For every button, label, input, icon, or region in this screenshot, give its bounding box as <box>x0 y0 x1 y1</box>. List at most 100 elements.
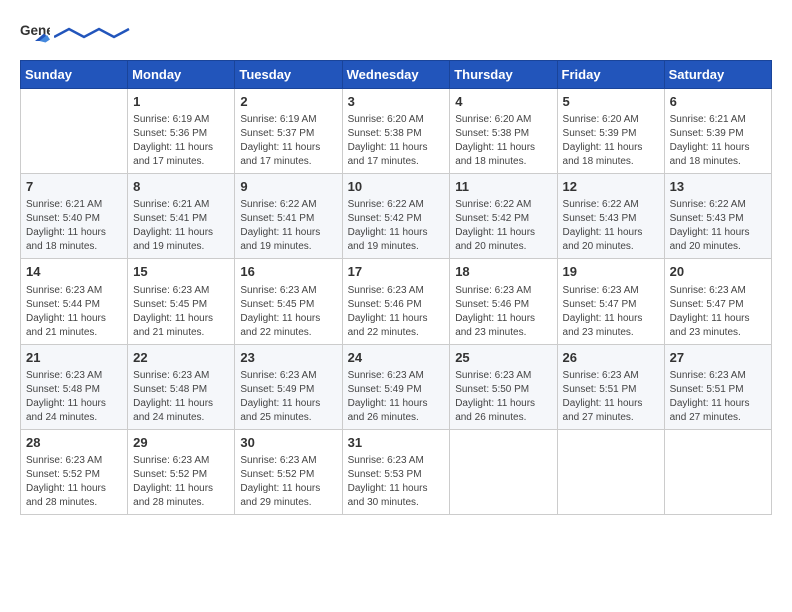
calendar-cell: 9 Sunrise: 6:22 AM Sunset: 5:41 PM Daylig… <box>235 174 342 259</box>
day-info: Sunrise: 6:21 AM Sunset: 5:41 PM Dayligh… <box>133 198 229 254</box>
day-info: Sunrise: 6:23 AM Sunset: 5:52 PM Dayligh… <box>133 454 229 510</box>
day-number: 21 <box>26 349 122 367</box>
day-number: 15 <box>133 263 229 281</box>
day-info: Sunrise: 6:22 AM Sunset: 5:43 PM Dayligh… <box>670 198 766 254</box>
day-info: Sunrise: 6:23 AM Sunset: 5:49 PM Dayligh… <box>348 369 445 425</box>
day-info: Sunrise: 6:23 AM Sunset: 5:46 PM Dayligh… <box>348 284 445 340</box>
day-info: Sunrise: 6:23 AM Sunset: 5:48 PM Dayligh… <box>133 369 229 425</box>
day-number: 26 <box>563 349 659 367</box>
logo-wave-icon <box>54 27 134 39</box>
day-number: 17 <box>348 263 445 281</box>
day-number: 5 <box>563 93 659 111</box>
page-header: General <box>20 20 772 50</box>
calendar-week-row: 7Sunrise: 6:21 AM Sunset: 5:40 PM Daylig… <box>21 174 772 259</box>
day-info: Sunrise: 6:23 AM Sunset: 5:48 PM Dayligh… <box>26 369 122 425</box>
day-info: Sunrise: 6:23 AM Sunset: 5:50 PM Dayligh… <box>455 369 551 425</box>
calendar-cell: 20 Sunrise: 6:23 AM Sunset: 5:47 PM Dayli… <box>664 259 771 344</box>
day-number: 16 <box>240 263 336 281</box>
calendar-cell: 30 Sunrise: 6:23 AM Sunset: 5:52 PM Dayli… <box>235 429 342 514</box>
day-number: 10 <box>348 178 445 196</box>
calendar-cell: 22 Sunrise: 6:23 AM Sunset: 5:48 PM Dayli… <box>128 344 235 429</box>
day-number: 29 <box>133 434 229 452</box>
day-info: Sunrise: 6:22 AM Sunset: 5:41 PM Dayligh… <box>240 198 336 254</box>
day-number: 6 <box>670 93 766 111</box>
day-info: Sunrise: 6:21 AM Sunset: 5:39 PM Dayligh… <box>670 113 766 169</box>
day-number: 28 <box>26 434 122 452</box>
weekday-header-wednesday: Wednesday <box>342 61 450 89</box>
calendar-cell: 26 Sunrise: 6:23 AM Sunset: 5:51 PM Dayli… <box>557 344 664 429</box>
day-info: Sunrise: 6:23 AM Sunset: 5:52 PM Dayligh… <box>26 454 122 510</box>
day-info: Sunrise: 6:23 AM Sunset: 5:49 PM Dayligh… <box>240 369 336 425</box>
day-number: 19 <box>563 263 659 281</box>
day-info: Sunrise: 6:23 AM Sunset: 5:46 PM Dayligh… <box>455 284 551 340</box>
weekday-header-thursday: Thursday <box>450 61 557 89</box>
day-info: Sunrise: 6:23 AM Sunset: 5:47 PM Dayligh… <box>670 284 766 340</box>
weekday-header-saturday: Saturday <box>664 61 771 89</box>
day-number: 13 <box>670 178 766 196</box>
calendar-cell <box>450 429 557 514</box>
calendar-table: SundayMondayTuesdayWednesdayThursdayFrid… <box>20 60 772 515</box>
calendar-cell: 27Sunrise: 6:23 AM Sunset: 5:51 PM Dayli… <box>664 344 771 429</box>
calendar-week-row: 21 Sunrise: 6:23 AM Sunset: 5:48 PM Dayli… <box>21 344 772 429</box>
weekday-header-tuesday: Tuesday <box>235 61 342 89</box>
day-number: 18 <box>455 263 551 281</box>
calendar-cell: 2 Sunrise: 6:19 AM Sunset: 5:37 PM Daylig… <box>235 89 342 174</box>
day-number: 27 <box>670 349 766 367</box>
day-number: 12 <box>563 178 659 196</box>
calendar-cell: 18 Sunrise: 6:23 AM Sunset: 5:46 PM Dayli… <box>450 259 557 344</box>
day-info: Sunrise: 6:23 AM Sunset: 5:53 PM Dayligh… <box>348 454 445 510</box>
day-number: 4 <box>455 93 551 111</box>
logo-icon: General <box>20 20 50 50</box>
calendar-cell: 14 Sunrise: 6:23 AM Sunset: 5:44 PM Dayli… <box>21 259 128 344</box>
calendar-cell: 6 Sunrise: 6:21 AM Sunset: 5:39 PM Daylig… <box>664 89 771 174</box>
calendar-cell: 5Sunrise: 6:20 AM Sunset: 5:39 PM Daylig… <box>557 89 664 174</box>
day-info: Sunrise: 6:21 AM Sunset: 5:40 PM Dayligh… <box>26 198 122 254</box>
calendar-cell: 4 Sunrise: 6:20 AM Sunset: 5:38 PM Daylig… <box>450 89 557 174</box>
weekday-header-monday: Monday <box>128 61 235 89</box>
day-info: Sunrise: 6:23 AM Sunset: 5:51 PM Dayligh… <box>563 369 659 425</box>
day-number: 2 <box>240 93 336 111</box>
day-number: 30 <box>240 434 336 452</box>
calendar-cell: 25 Sunrise: 6:23 AM Sunset: 5:50 PM Dayli… <box>450 344 557 429</box>
calendar-cell: 31 Sunrise: 6:23 AM Sunset: 5:53 PM Dayli… <box>342 429 450 514</box>
day-number: 1 <box>133 93 229 111</box>
calendar-cell: 23Sunrise: 6:23 AM Sunset: 5:49 PM Dayli… <box>235 344 342 429</box>
day-info: Sunrise: 6:23 AM Sunset: 5:45 PM Dayligh… <box>133 284 229 340</box>
calendar-cell: 10 Sunrise: 6:22 AM Sunset: 5:42 PM Dayli… <box>342 174 450 259</box>
day-info: Sunrise: 6:20 AM Sunset: 5:38 PM Dayligh… <box>455 113 551 169</box>
calendar-cell: 21 Sunrise: 6:23 AM Sunset: 5:48 PM Dayli… <box>21 344 128 429</box>
day-info: Sunrise: 6:23 AM Sunset: 5:47 PM Dayligh… <box>563 284 659 340</box>
day-info: Sunrise: 6:22 AM Sunset: 5:43 PM Dayligh… <box>563 198 659 254</box>
logo: General <box>20 20 134 50</box>
calendar-cell <box>557 429 664 514</box>
calendar-week-row: 28 Sunrise: 6:23 AM Sunset: 5:52 PM Dayli… <box>21 429 772 514</box>
calendar-cell: 8Sunrise: 6:21 AM Sunset: 5:41 PM Daylig… <box>128 174 235 259</box>
calendar-cell: 12 Sunrise: 6:22 AM Sunset: 5:43 PM Dayli… <box>557 174 664 259</box>
day-info: Sunrise: 6:22 AM Sunset: 5:42 PM Dayligh… <box>455 198 551 254</box>
calendar-cell <box>664 429 771 514</box>
calendar-cell: 28 Sunrise: 6:23 AM Sunset: 5:52 PM Dayli… <box>21 429 128 514</box>
day-number: 31 <box>348 434 445 452</box>
weekday-header-sunday: Sunday <box>21 61 128 89</box>
calendar-cell: 24Sunrise: 6:23 AM Sunset: 5:49 PM Dayli… <box>342 344 450 429</box>
calendar-cell: 29 Sunrise: 6:23 AM Sunset: 5:52 PM Dayli… <box>128 429 235 514</box>
day-number: 25 <box>455 349 551 367</box>
calendar-cell: 3Sunrise: 6:20 AM Sunset: 5:38 PM Daylig… <box>342 89 450 174</box>
calendar-cell: 16Sunrise: 6:23 AM Sunset: 5:45 PM Dayli… <box>235 259 342 344</box>
weekday-header-friday: Friday <box>557 61 664 89</box>
calendar-cell: 15 Sunrise: 6:23 AM Sunset: 5:45 PM Dayli… <box>128 259 235 344</box>
day-info: Sunrise: 6:22 AM Sunset: 5:42 PM Dayligh… <box>348 198 445 254</box>
day-info: Sunrise: 6:23 AM Sunset: 5:52 PM Dayligh… <box>240 454 336 510</box>
day-number: 14 <box>26 263 122 281</box>
calendar-header-row: SundayMondayTuesdayWednesdayThursdayFrid… <box>21 61 772 89</box>
calendar-cell: 1 Sunrise: 6:19 AM Sunset: 5:36 PM Daylig… <box>128 89 235 174</box>
day-number: 22 <box>133 349 229 367</box>
day-info: Sunrise: 6:19 AM Sunset: 5:36 PM Dayligh… <box>133 113 229 169</box>
day-number: 9 <box>240 178 336 196</box>
day-number: 20 <box>670 263 766 281</box>
calendar-cell <box>21 89 128 174</box>
day-number: 11 <box>455 178 551 196</box>
day-info: Sunrise: 6:19 AM Sunset: 5:37 PM Dayligh… <box>240 113 336 169</box>
day-info: Sunrise: 6:23 AM Sunset: 5:44 PM Dayligh… <box>26 284 122 340</box>
calendar-cell: 13 Sunrise: 6:22 AM Sunset: 5:43 PM Dayli… <box>664 174 771 259</box>
